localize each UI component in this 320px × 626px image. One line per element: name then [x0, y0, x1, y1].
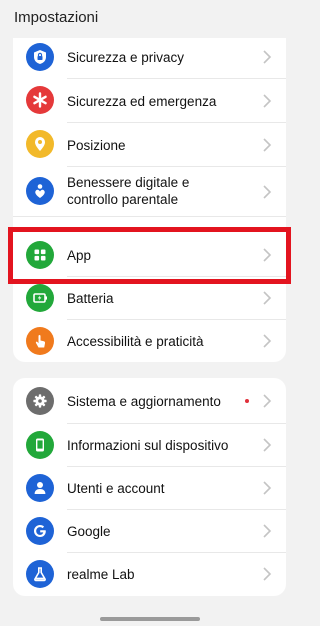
settings-group-1: Sicurezza e privacy Sicurezza ed emergen…	[13, 20, 286, 362]
settings-item-battery[interactable]: Batteria	[13, 277, 286, 320]
settings-item-realme-lab[interactable]: realme Lab	[13, 553, 286, 596]
settings-item-app[interactable]: App	[13, 233, 286, 277]
app-header: Impostazioni	[0, 0, 300, 38]
apps-grid-icon	[26, 241, 54, 269]
wellbeing-icon	[26, 177, 54, 205]
asterisk-icon	[26, 86, 54, 114]
gear-icon	[26, 387, 54, 415]
settings-item-label: Utenti e account	[67, 481, 165, 496]
settings-item-label: realme Lab	[67, 567, 135, 582]
chevron-right-icon	[262, 567, 272, 581]
gesture-navigation-bar[interactable]	[100, 617, 200, 621]
chevron-right-icon	[262, 394, 272, 408]
phone-icon	[26, 431, 54, 459]
settings-item-emergency[interactable]: Sicurezza ed emergenza	[13, 79, 286, 123]
settings-item-users-accounts[interactable]: Utenti e account	[13, 467, 286, 510]
notification-dot	[245, 399, 249, 403]
settings-item-label: Google	[67, 524, 111, 539]
settings-item-label: Accessibilità e praticità	[67, 334, 204, 349]
settings-item-label: Batteria	[67, 291, 114, 306]
settings-group-2: Sistema e aggiornamento Informazioni sul…	[13, 378, 286, 596]
location-pin-icon	[26, 130, 54, 158]
divider	[13, 216, 286, 217]
chevron-right-icon	[262, 248, 272, 262]
page-title: Impostazioni	[14, 9, 99, 26]
settings-item-location[interactable]: Posizione	[13, 123, 286, 167]
chevron-right-icon	[262, 291, 272, 305]
chevron-right-icon	[262, 185, 272, 199]
settings-item-device-info[interactable]: Informazioni sul dispositivo	[13, 424, 286, 467]
chevron-right-icon	[262, 94, 272, 108]
chevron-right-icon	[262, 481, 272, 495]
settings-item-label: Sicurezza e privacy	[67, 50, 185, 65]
settings-item-label: Benessere digitale e	[67, 175, 190, 190]
settings-item-label: App	[67, 248, 92, 263]
settings-item-system-update[interactable]: Sistema e aggiornamento	[13, 378, 286, 422]
user-icon	[26, 474, 54, 502]
lock-shield-icon	[26, 43, 54, 71]
chevron-right-icon	[262, 524, 272, 538]
settings-item-accessibility[interactable]: Accessibilità e praticità	[13, 320, 286, 362]
settings-item-label-line2: controllo parentale	[67, 192, 179, 207]
google-icon	[26, 517, 54, 545]
settings-item-digital-wellbeing[interactable]: Benessere digitale e controllo parentale	[13, 167, 286, 217]
settings-item-label: Posizione	[67, 138, 126, 153]
chevron-right-icon	[262, 138, 272, 152]
settings-item-label: Sistema e aggiornamento	[67, 394, 221, 409]
chevron-right-icon	[262, 438, 272, 452]
settings-item-label: Informazioni sul dispositivo	[67, 438, 229, 453]
battery-icon	[26, 284, 54, 312]
settings-item-security-privacy[interactable]: Sicurezza e privacy	[13, 35, 286, 79]
hand-icon	[26, 327, 54, 355]
flask-icon	[26, 560, 54, 588]
settings-screen: Sicurezza e privacy Sicurezza ed emergen…	[0, 0, 300, 626]
chevron-right-icon	[262, 334, 272, 348]
settings-item-label: Sicurezza ed emergenza	[67, 94, 217, 109]
chevron-right-icon	[262, 50, 272, 64]
settings-item-google[interactable]: Google	[13, 510, 286, 553]
